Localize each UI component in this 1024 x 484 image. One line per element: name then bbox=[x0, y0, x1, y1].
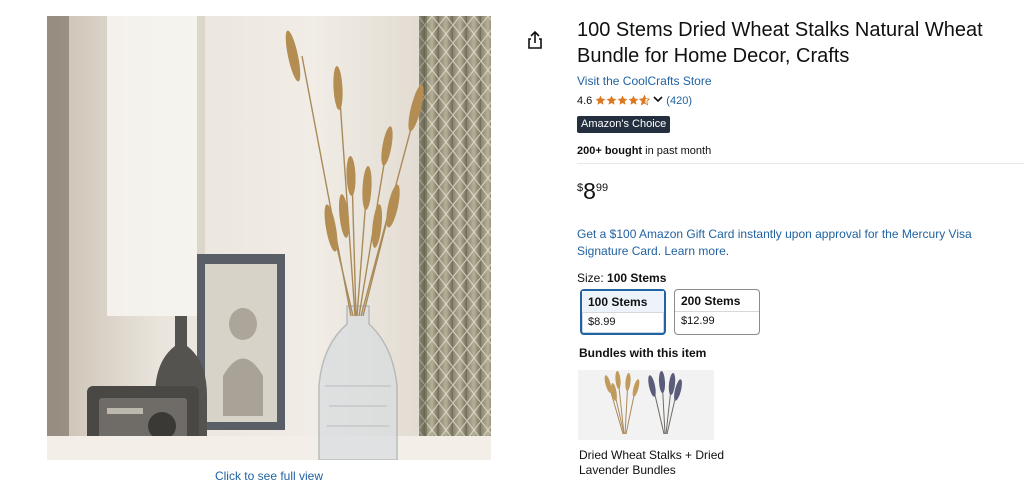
rating-row: 4.6 (420) bbox=[577, 94, 692, 107]
price-whole: 8 bbox=[583, 178, 596, 204]
rating-stars[interactable] bbox=[595, 94, 651, 107]
store-link[interactable]: Visit the CoolCrafts Store bbox=[577, 74, 712, 88]
price-fraction: 99 bbox=[595, 182, 609, 194]
size-option-200-stems[interactable]: 200 Stems $12.99 bbox=[674, 289, 760, 335]
size-option-price: $8.99 bbox=[588, 316, 616, 328]
star-icon bbox=[606, 95, 617, 105]
full-view-link[interactable]: Click to see full view bbox=[47, 469, 491, 483]
size-label: Size: 100 Stems bbox=[577, 271, 666, 285]
size-option-name: 200 Stems bbox=[675, 290, 759, 312]
rating-count-link[interactable]: (420) bbox=[666, 95, 692, 107]
product-title: 100 Stems Dried Wheat Stalks Natural Whe… bbox=[577, 19, 983, 67]
bundle-item-name[interactable]: Dried Wheat Stalks + Dried Lavender Bund… bbox=[579, 448, 739, 478]
chevron-down-icon[interactable] bbox=[653, 94, 663, 107]
bundles-heading: Bundles with this item bbox=[579, 346, 707, 360]
size-option-price: $12.99 bbox=[681, 315, 715, 327]
product-main-image[interactable] bbox=[47, 16, 491, 460]
bought-count-bold: 200+ bought bbox=[577, 145, 643, 157]
size-label-text: Size: bbox=[577, 271, 608, 285]
bundle-item-image[interactable] bbox=[578, 370, 714, 440]
bought-count: 200+ bought in past month bbox=[577, 145, 711, 157]
star-icon bbox=[595, 95, 606, 105]
price: $ 8 99 bbox=[577, 178, 608, 204]
star-icon bbox=[628, 95, 639, 105]
size-option-100-stems[interactable]: 100 Stems $8.99 bbox=[580, 289, 666, 335]
amazons-choice-badge: Amazon's Choice bbox=[577, 116, 671, 133]
size-selected-value: 100 Stems bbox=[607, 271, 667, 285]
gift-card-promo-link[interactable]: Get a $100 Amazon Gift Card instantly up… bbox=[577, 226, 1017, 260]
rating-value: 4.6 bbox=[577, 94, 593, 107]
share-icon[interactable] bbox=[525, 30, 545, 50]
star-icon bbox=[617, 95, 628, 105]
divider bbox=[577, 163, 1024, 164]
size-option-name: 100 Stems bbox=[582, 291, 664, 313]
star-half-icon bbox=[639, 94, 651, 106]
bought-count-rest: in past month bbox=[642, 145, 712, 157]
